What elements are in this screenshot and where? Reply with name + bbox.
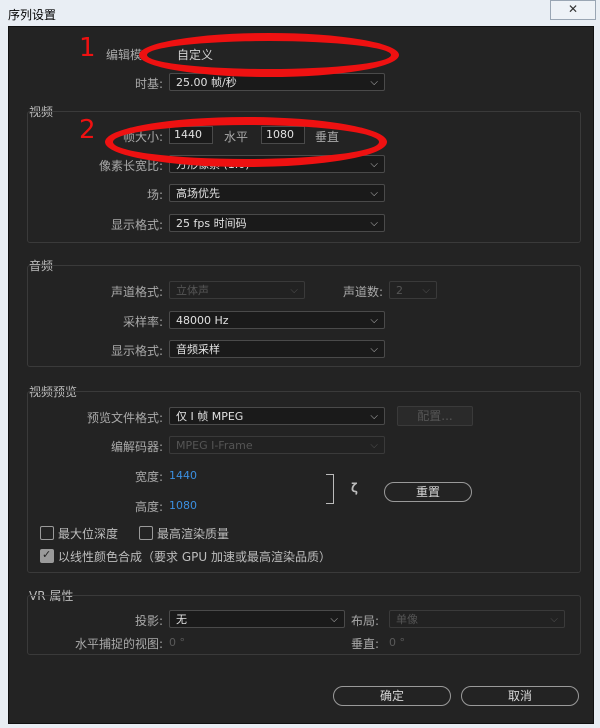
codec-label: 编解码器: xyxy=(110,440,163,454)
v-view-value[interactable]: 0 ° xyxy=(389,636,405,649)
layout-label: 布局: xyxy=(350,614,379,628)
ok-button[interactable]: 确定 xyxy=(333,686,451,706)
linear-color-checkbox[interactable] xyxy=(40,548,54,563)
chevron-down-icon: ⌵ xyxy=(370,344,378,355)
annotation-number-1: 1 xyxy=(79,33,96,63)
audio-display-format-label: 显示格式: xyxy=(110,344,163,358)
preview-height-value[interactable]: 1080 xyxy=(169,499,197,512)
max-render-quality-checkbox[interactable] xyxy=(139,526,153,540)
close-button[interactable]: ✕ xyxy=(550,0,596,20)
max-bit-depth-checkbox[interactable] xyxy=(40,526,54,540)
title-bar: 序列设置 ✕ xyxy=(0,0,600,26)
video-display-format-label: 显示格式: xyxy=(110,218,163,232)
channel-count-select[interactable]: 2 ⌵ xyxy=(389,281,437,299)
v-view-label: 垂直: xyxy=(350,637,379,651)
sequence-settings-window: 序列设置 ✕ 编辑模 自定义 时基: 25.00 帧/秒 ⌵ 视频 帧大小: 14… xyxy=(0,0,600,728)
dialog-body: 编辑模 自定义 时基: 25.00 帧/秒 ⌵ 视频 帧大小: 1440 水平 1… xyxy=(8,26,594,724)
reset-button[interactable]: 重置 xyxy=(384,482,472,502)
chevron-down-icon: ⌵ xyxy=(550,614,558,625)
chevron-down-icon: ⌵ xyxy=(290,285,298,296)
annotation-number-2: 2 xyxy=(79,115,96,145)
projection-select[interactable]: 无 ⌵ xyxy=(169,610,345,628)
sample-rate-label: 采样率: xyxy=(122,315,163,329)
channel-format-select[interactable]: 立体声 ⌵ xyxy=(169,281,305,299)
linear-color-label: 以线性颜色合成（要求 GPU 加速或最高渲染品质） xyxy=(58,550,331,564)
max-bit-depth-label: 最大位深度 xyxy=(58,527,119,541)
preview-width-value[interactable]: 1440 xyxy=(169,469,197,482)
preview-file-format-value: 仅 I 帧 MPEG xyxy=(176,410,244,423)
window-title: 序列设置 xyxy=(8,8,57,22)
chevron-down-icon: ⌵ xyxy=(370,315,378,326)
annotation-scribble-1 xyxy=(139,33,399,77)
h-view-label: 水平捕捉的视图: xyxy=(74,637,163,651)
fields-select[interactable]: 高场优先 ⌵ xyxy=(169,184,385,202)
codec-select[interactable]: MPEG I-Frame ⌵ xyxy=(169,436,385,454)
close-icon: ✕ xyxy=(567,2,579,16)
chevron-down-icon: ⌵ xyxy=(370,440,378,451)
video-display-format-value: 25 fps 时间码 xyxy=(176,217,247,230)
chevron-down-icon: ⌵ xyxy=(370,218,378,229)
editing-mode-label: 编辑模 xyxy=(106,48,143,62)
channel-format-value: 立体声 xyxy=(176,284,209,297)
audio-display-format-select[interactable]: 音频采样 ⌵ xyxy=(169,340,385,358)
layout-select[interactable]: 单像 ⌵ xyxy=(389,610,565,628)
configure-button[interactable]: 配置... xyxy=(397,406,473,426)
chevron-down-icon: ⌵ xyxy=(370,188,378,199)
channel-format-label: 声道格式: xyxy=(110,285,163,299)
codec-value: MPEG I-Frame xyxy=(176,439,253,452)
chevron-down-icon: ⌵ xyxy=(370,411,378,422)
preview-height-label: 高度: xyxy=(134,500,163,514)
preview-file-format-label: 预览文件格式: xyxy=(86,411,163,425)
timebase-label: 时基: xyxy=(134,77,163,91)
timebase-value: 25.00 帧/秒 xyxy=(176,76,237,89)
max-render-quality-label: 最高渲染质量 xyxy=(157,527,230,541)
annotation-scribble-2 xyxy=(105,117,387,167)
sample-rate-select[interactable]: 48000 Hz ⌵ xyxy=(169,311,385,329)
layout-value: 单像 xyxy=(396,613,418,626)
fields-label: 场: xyxy=(146,188,163,202)
h-view-value[interactable]: 0 ° xyxy=(169,636,185,649)
chevron-down-icon: ⌵ xyxy=(330,614,338,625)
preview-width-label: 宽度: xyxy=(134,470,163,484)
chevron-down-icon: ⌵ xyxy=(422,285,430,296)
link-chain-icon[interactable]: 𝛇 xyxy=(351,481,358,496)
link-bracket xyxy=(326,474,334,504)
projection-value: 无 xyxy=(176,613,187,626)
channel-count-value: 2 xyxy=(396,284,403,297)
video-display-format-select[interactable]: 25 fps 时间码 ⌵ xyxy=(169,214,385,232)
cancel-button[interactable]: 取消 xyxy=(461,686,579,706)
fields-value: 高场优先 xyxy=(176,187,220,200)
audio-display-format-value: 音频采样 xyxy=(176,343,220,356)
channel-count-label: 声道数: xyxy=(342,285,383,299)
chevron-down-icon: ⌵ xyxy=(370,77,378,88)
sample-rate-value: 48000 Hz xyxy=(176,314,229,327)
preview-file-format-select[interactable]: 仅 I 帧 MPEG ⌵ xyxy=(169,407,385,425)
projection-label: 投影: xyxy=(134,614,163,628)
chevron-down-icon: ⌵ xyxy=(370,159,378,170)
